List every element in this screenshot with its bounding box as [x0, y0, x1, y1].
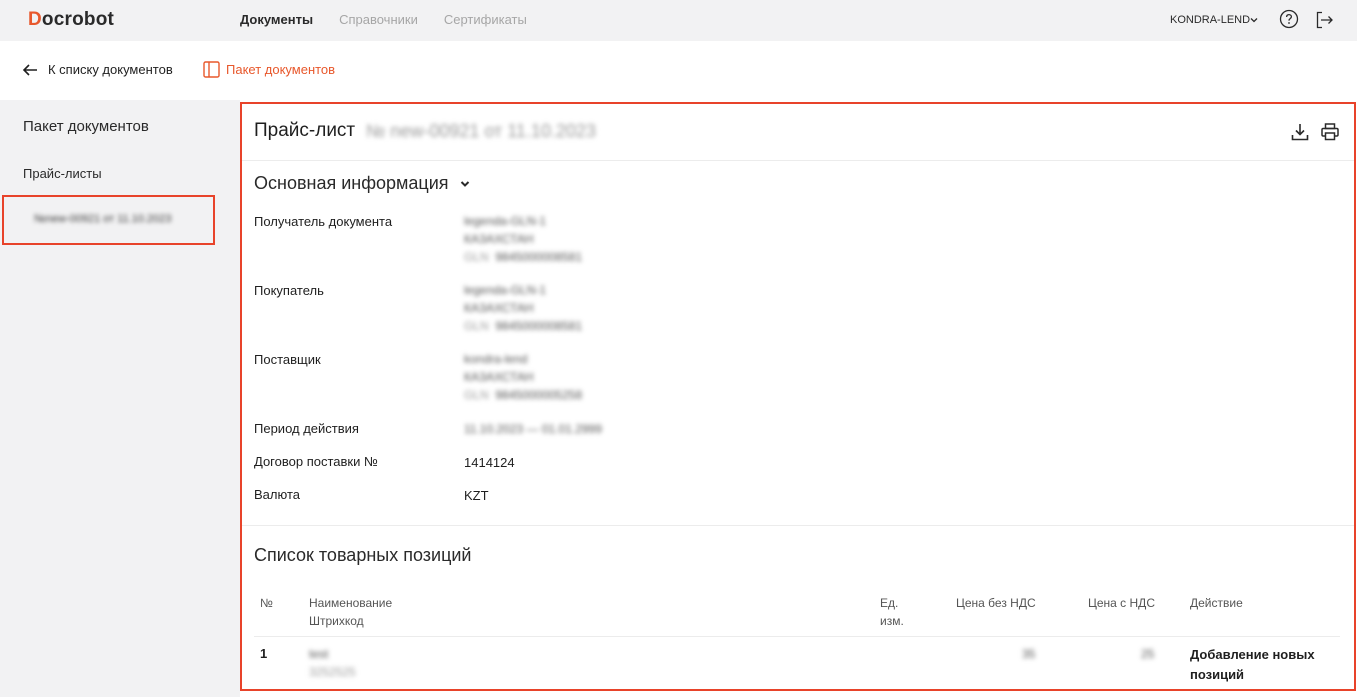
nav-documents[interactable]: Документы: [240, 12, 313, 27]
recipient-name: legenda-GLN-1: [464, 214, 547, 228]
recipient-gln: GLN 9845000008581: [464, 248, 582, 266]
print-icon[interactable]: [1320, 122, 1340, 142]
sidebar-panel-icon: [203, 61, 220, 78]
row-name: test 3252525: [309, 645, 356, 681]
row-num: 1: [260, 646, 268, 661]
row-price-vat: 25: [1141, 647, 1155, 661]
main-nav: Документы Справочники Сертификаты: [240, 12, 527, 27]
main-info-section-toggle[interactable]: Основная информация: [254, 173, 471, 194]
buyer-gln: GLN 9845000008581: [464, 317, 582, 335]
main-info-title: Основная информация: [254, 173, 449, 193]
col-header-name-label: Наименование: [309, 596, 393, 610]
back-link-label: К списку документов: [48, 62, 173, 77]
supplier-gln-value: 9845000005258: [495, 388, 583, 402]
row-action-line1: Добавление новых: [1190, 647, 1315, 662]
supplier-name: kondra-lend: [464, 352, 528, 366]
buyer-country: КАЗАХСТАН: [464, 301, 534, 315]
document-pack-sidebar: Пакет документов Прайс-листы №new-00921 …: [0, 100, 240, 697]
row-action: Добавление новых позиций: [1190, 645, 1315, 685]
download-icon[interactable]: [1290, 122, 1310, 142]
document-number: № new-00921 от 11.10.2023: [366, 121, 596, 141]
row-action-line2: позиций: [1190, 667, 1245, 682]
recipient-gln-label: GLN: [464, 250, 489, 264]
sub-header: К списку документов Пакет документов: [0, 41, 1357, 100]
col-header-barcode-label: Штрихкод: [309, 614, 364, 628]
pack-link-label: Пакет документов: [226, 62, 336, 77]
arrow-left-icon: [22, 63, 37, 76]
back-to-documents-link[interactable]: К списку документов: [22, 62, 173, 77]
top-bar: Docrobot Документы Справочники Сертифика…: [0, 0, 1357, 41]
buyer-name: legenda-GLN-1: [464, 283, 547, 297]
contract-label: Договор поставки №: [254, 454, 378, 469]
supplier-country: КАЗАХСТАН: [464, 370, 534, 384]
help-icon[interactable]: [1279, 9, 1299, 29]
col-header-unit-line1: Ед.: [880, 596, 899, 610]
buyer-label: Покупатель: [254, 283, 324, 298]
recipient-label: Получатель документа: [254, 214, 393, 229]
col-header-price-vat: Цена с НДС: [1088, 596, 1155, 610]
supplier-value: kondra-lend КАЗАХСТАН GLN 9845000005258: [464, 350, 582, 404]
logout-icon[interactable]: [1315, 10, 1335, 30]
chevron-down-icon: [460, 180, 469, 187]
currency-value: KZT: [464, 488, 489, 503]
buyer-gln-label: GLN: [464, 319, 489, 333]
sidebar-item-label: №new-00921 от 11.10.2023: [34, 213, 172, 225]
period-label: Период действия: [254, 421, 359, 436]
document-pack-toggle[interactable]: Пакет документов: [203, 61, 335, 78]
buyer-value: legenda-GLN-1 КАЗАХСТАН GLN 984500000858…: [464, 281, 582, 335]
recipient-gln-value: 9845000008581: [495, 250, 583, 264]
row-name-value: test: [309, 647, 329, 661]
col-header-unit-line2: изм.: [880, 614, 904, 628]
supplier-gln-label: GLN: [464, 388, 489, 402]
col-header-price-no-vat: Цена без НДС: [956, 596, 1036, 610]
nav-certificates[interactable]: Сертификаты: [444, 12, 527, 27]
supplier-label: Поставщик: [254, 352, 321, 367]
period-value: 11.10.2023 — 01.01.2999: [464, 422, 602, 436]
section-divider: [242, 525, 1354, 526]
items-list-title: Список товарных позиций: [254, 545, 472, 565]
row-barcode-value: 3252525: [309, 665, 356, 679]
user-menu[interactable]: KONDRA-LEND: [1170, 14, 1250, 26]
logo[interactable]: Docrobot: [28, 9, 114, 31]
document-header: Прайс-лист № new-00921 от 11.10.2023: [242, 104, 1354, 161]
sidebar-item-price-list[interactable]: №new-00921 от 11.10.2023: [2, 195, 215, 245]
row-price-no-vat: 35: [1022, 647, 1036, 661]
recipient-value: legenda-GLN-1 КАЗАХСТАН GLN 984500000858…: [464, 212, 582, 266]
table-header-divider: [254, 636, 1340, 637]
col-header-num: №: [260, 596, 273, 610]
currency-label: Валюта: [254, 487, 300, 502]
supplier-gln: GLN 9845000005258: [464, 386, 582, 404]
document-title: Прайс-лист: [254, 120, 356, 141]
col-header-action: Действие: [1190, 596, 1243, 610]
document-panel: Прайс-лист № new-00921 от 11.10.2023 Осн…: [240, 102, 1356, 691]
col-header-unit: Ед. изм.: [880, 594, 904, 630]
sidebar-group-price-lists: Прайс-листы: [23, 166, 102, 181]
chevron-down-icon[interactable]: [1249, 15, 1259, 25]
nav-directories[interactable]: Справочники: [339, 12, 418, 27]
buyer-gln-value: 9845000008581: [495, 319, 583, 333]
contract-value: 1414124: [464, 455, 515, 470]
sidebar-title: Пакет документов: [23, 118, 149, 135]
col-header-name: Наименование Штрихкод: [309, 594, 392, 630]
recipient-country: КАЗАХСТАН: [464, 232, 534, 246]
